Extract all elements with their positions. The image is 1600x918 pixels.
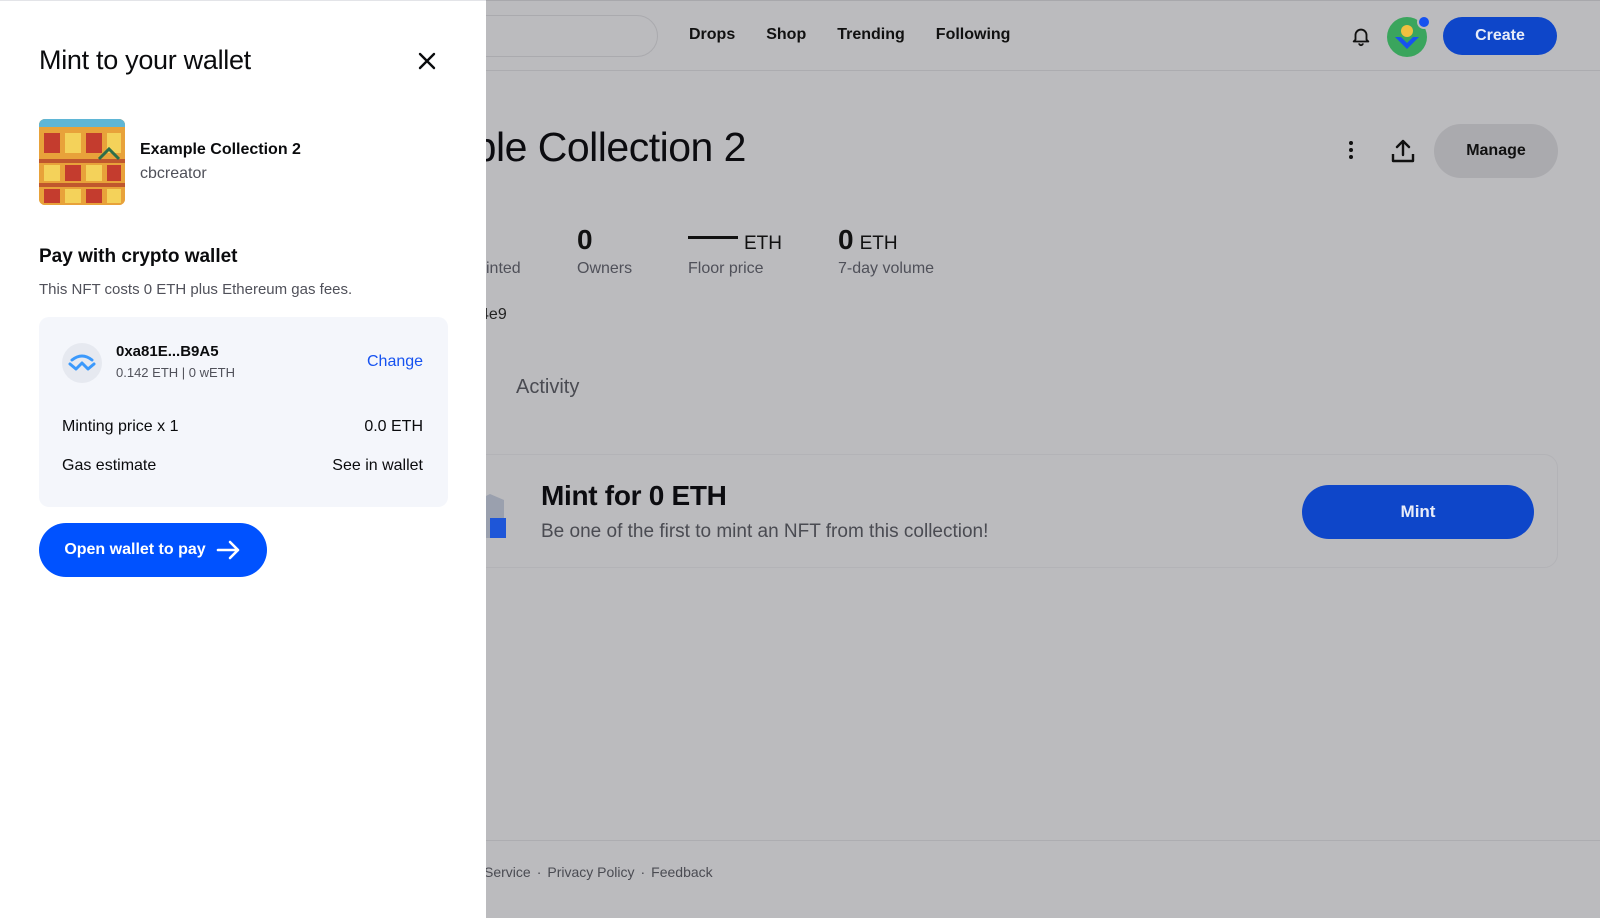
gas-estimate-value: See in wallet	[332, 457, 423, 474]
stat-floor-label: Floor price	[688, 260, 764, 277]
collection-creator-name: cbcreator	[140, 165, 207, 182]
stat-owners-label: Owners	[577, 260, 633, 277]
more-options-icon[interactable]	[1348, 140, 1354, 160]
wallet-balance: 0.142 ETH | 0 wETH	[116, 365, 235, 380]
stat-minted-value	[486, 224, 521, 256]
stat-volume: 0 ETH 7-day volume	[838, 224, 934, 278]
stat-floor-unit: ETH	[744, 233, 782, 254]
footer-feedback-link[interactable]: Feedback	[651, 864, 712, 880]
footer-separator: ·	[640, 864, 646, 880]
change-wallet-link[interactable]: Change	[367, 353, 423, 371]
walletconnect-icon	[62, 343, 102, 383]
stat-volume-label: 7-day volume	[838, 260, 935, 277]
minting-price-value: 0.0 ETH	[364, 418, 423, 435]
stat-volume-value: 0	[838, 224, 854, 255]
manage-button[interactable]: Manage	[1434, 124, 1558, 178]
stat-owners-value: 0	[577, 224, 593, 255]
gas-estimate-label: Gas estimate	[62, 457, 157, 474]
panel-title: Mint to your wallet	[39, 45, 251, 75]
wallet-address: 0xa81E...B9A5	[116, 343, 219, 360]
mint-card-title: Mint for 0 ETH	[541, 480, 727, 511]
stat-minted-label: inted	[486, 260, 521, 277]
minting-price-label: Minting price x 1	[62, 418, 179, 435]
footer-separator: ·	[536, 864, 542, 880]
close-icon[interactable]	[415, 49, 439, 73]
tab-activity[interactable]: Activity	[516, 376, 579, 399]
footer-privacy-link[interactable]: Privacy Policy	[547, 864, 634, 880]
mint-button[interactable]: Mint	[1302, 485, 1534, 539]
pay-heading: Pay with crypto wallet	[39, 246, 238, 267]
empty-value-dash	[688, 236, 738, 240]
payment-summary-box	[39, 317, 448, 507]
mint-wallet-panel: Mint to your wallet Example Collection 2…	[0, 0, 486, 918]
nav-trending[interactable]: Trending	[837, 26, 905, 44]
pay-subtitle: This NFT costs 0 ETH plus Ethereum gas f…	[39, 281, 353, 298]
bell-icon[interactable]	[1350, 25, 1372, 47]
stat-volume-unit: ETH	[859, 233, 898, 254]
stat-owners: 0 Owners	[577, 224, 632, 278]
arrow-right-icon	[216, 540, 239, 560]
share-icon[interactable]	[1390, 138, 1416, 164]
open-wallet-button[interactable]: Open wallet to pay	[39, 523, 267, 577]
collection-thumbnail	[39, 119, 125, 205]
nav-shop[interactable]: Shop	[766, 26, 806, 44]
stat-floor-price: ETH Floor price	[688, 224, 782, 278]
footer-terms-link[interactable]: Service	[484, 864, 531, 880]
collection-name: Example Collection 2	[140, 141, 301, 158]
building-artwork-icon	[39, 119, 125, 205]
avatar[interactable]	[1387, 15, 1431, 57]
create-button[interactable]: Create	[1443, 17, 1557, 55]
gas-estimate-row: Gas estimate See in wallet	[62, 457, 423, 475]
main-nav: Drops Shop Trending Following	[689, 26, 1010, 44]
stat-minted: inted	[486, 224, 521, 278]
footer-links: Service · Privacy Policy · Feedback	[484, 864, 713, 880]
nav-drops[interactable]: Drops	[689, 26, 735, 44]
notification-dot	[1417, 15, 1431, 29]
nav-following[interactable]: Following	[936, 26, 1011, 44]
footer-divider	[440, 840, 1600, 841]
minting-price-row: Minting price x 1 0.0 ETH	[62, 418, 423, 436]
mint-card-subtitle: Be one of the first to mint an NFT from …	[541, 521, 989, 542]
open-wallet-label: Open wallet to pay	[64, 541, 206, 558]
